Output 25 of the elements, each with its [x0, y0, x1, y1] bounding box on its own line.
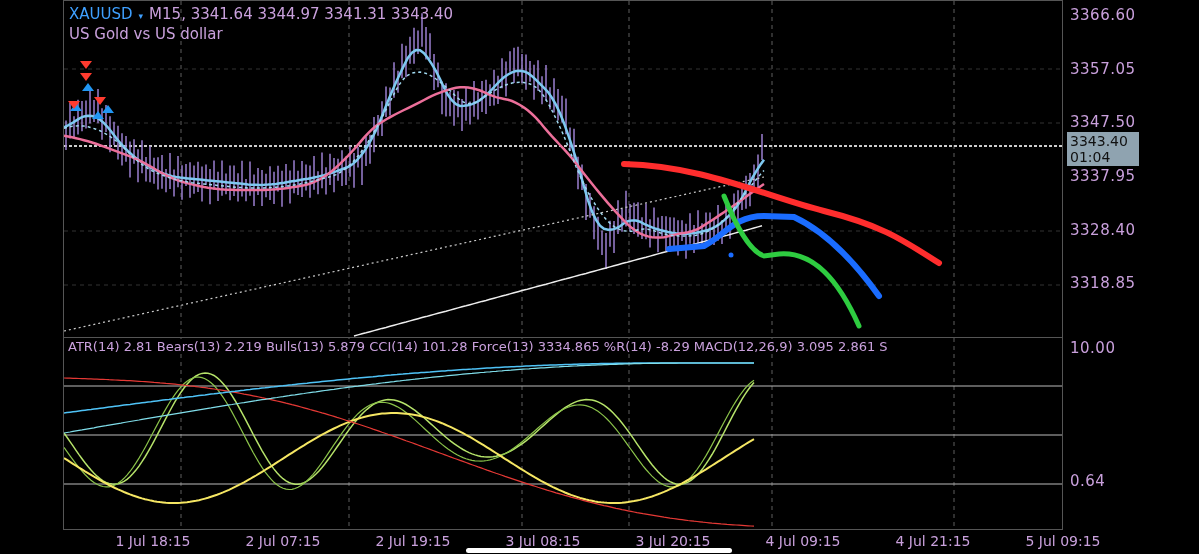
price-label: 3328.40	[1069, 220, 1137, 239]
price-label: 3347.50	[1069, 113, 1137, 132]
down-arrow-icon	[68, 61, 106, 109]
price-label: 3318.85	[1069, 274, 1137, 293]
time-label: 4 Jul 09:15	[764, 532, 842, 551]
indicator-scale-label: 10.00	[1069, 339, 1117, 357]
price-label: 3366.60	[1069, 6, 1137, 24]
time-label: 4 Jul 21:15	[894, 532, 972, 551]
current-price-tag: 3343.40 01:04	[1067, 132, 1139, 166]
indicator-scale-label: 0.64	[1069, 472, 1107, 491]
indicator-legend: ATR(14) 2.81 Bears(13) 2.219 Bulls(13) 5.879 CCI(14) 101.28 Force(13) 3334.865 %R(14) -8.29 MACD(12,26,9) 3.095 2.861 S	[68, 339, 888, 354]
ohlc-values: M15, 3341.64 3344.97 3341.31 3343.40	[149, 5, 454, 23]
caret-icon[interactable]: ▾	[138, 11, 144, 21]
price-label: 3357.05	[1069, 59, 1137, 78]
up-arrow-icon	[70, 83, 114, 119]
price-label: 3337.95	[1069, 167, 1137, 186]
dot-mark	[728, 252, 734, 258]
time-label: 5 Jul 09:15	[1024, 532, 1102, 551]
time-label: 3 Jul 08:15	[504, 532, 582, 551]
symbol-description: US Gold vs US dollar	[69, 25, 224, 43]
time-label: 2 Jul 19:15	[374, 532, 452, 551]
symbol-name[interactable]: XAUUSD	[69, 5, 133, 23]
time-label: 2 Jul 07:15	[244, 532, 322, 551]
time-label: 1 Jul 18:15	[114, 532, 192, 551]
time-label: 3 Jul 20:15	[634, 532, 712, 551]
